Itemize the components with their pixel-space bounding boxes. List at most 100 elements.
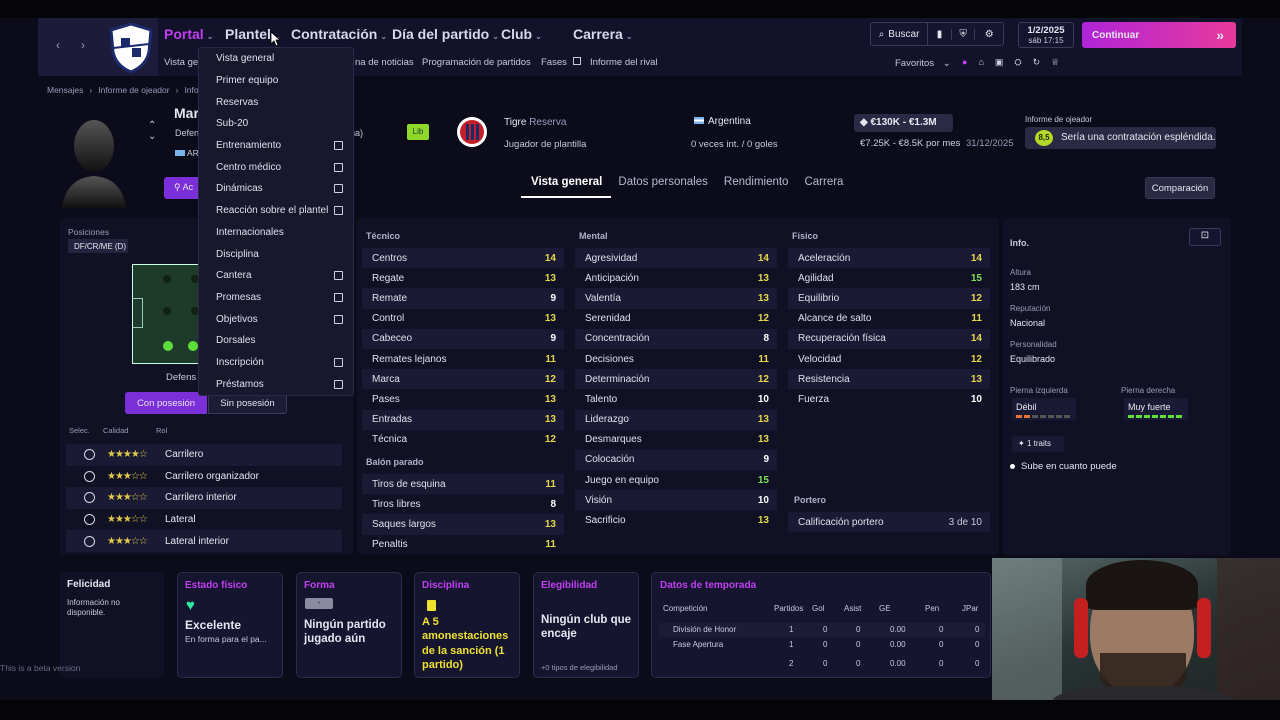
menu-item[interactable]: Internacionales (199, 222, 353, 244)
trophy-icon[interactable]: ♕ (1051, 57, 1059, 68)
attr-value: 15 (757, 474, 769, 486)
forward-arrow-icon[interactable]: › (81, 38, 85, 52)
player-club[interactable]: Tigre Reserva (504, 117, 566, 128)
menu-item[interactable]: Dinámicas (199, 178, 353, 200)
menu-item[interactable]: Vista general (199, 48, 353, 70)
attr-row-mental: Anticipación 13 (575, 268, 777, 288)
role-row[interactable]: ★★★☆☆ Lateral (66, 509, 342, 531)
season-data-card[interactable]: Datos de temporada Competición Partidos … (651, 572, 991, 678)
attr-value: 9 (550, 292, 556, 304)
subnav-noticias[interactable]: na de noticias (355, 57, 414, 68)
bookmark-icon[interactable]: ▮ (928, 28, 952, 40)
attr-value: 14 (970, 333, 982, 345)
date-display[interactable]: 1/2/2025 sáb 17:15 (1018, 22, 1074, 48)
radio-button[interactable] (84, 535, 95, 547)
menu-item[interactable]: Objetivos (199, 308, 353, 330)
menu-item[interactable]: Centro médico (199, 156, 353, 178)
tab-datos-personales[interactable]: Datos personales (618, 176, 708, 188)
radio-button[interactable] (84, 470, 95, 482)
season-cell: 0.00 (890, 625, 906, 634)
menu-item-label: Disciplina (216, 248, 259, 260)
personality-label: Personalidad (1010, 340, 1057, 349)
nav-carrera[interactable]: Carrera ⌄ (573, 26, 633, 42)
role-row[interactable]: ★★★☆☆ Carrilero interior (66, 487, 342, 509)
menu-item[interactable]: Dorsales (199, 330, 353, 352)
notification-icon[interactable]: ● (962, 57, 967, 68)
attr-value: 13 (757, 414, 769, 426)
tab-rendimiento[interactable]: Rendimiento (724, 176, 789, 188)
role-row[interactable]: ★★★★☆ Carrilero (66, 444, 342, 466)
attr-value: 13 (544, 313, 556, 325)
shield-tool-icon[interactable]: ⛨ (952, 28, 976, 40)
menu-item-label: Reacción sobre el plantel (216, 205, 329, 217)
disciplina-title: Disciplina (422, 580, 470, 591)
people-icon[interactable]: ⛭ (1014, 57, 1021, 68)
menu-item[interactable]: Préstamos (199, 373, 353, 395)
role-row[interactable]: ★★★☆☆ Lateral interior (66, 530, 342, 552)
attr-label: Concentración (585, 333, 650, 345)
menu-item[interactable]: Reacción sobre el plantel (199, 200, 353, 222)
pitch-diagram[interactable] (132, 264, 202, 364)
season-header: Gol (812, 604, 825, 613)
subnav-informe-rival[interactable]: Informe del rival (590, 57, 658, 68)
with-possession-button[interactable]: Con posesión (125, 392, 207, 414)
estado-fisico-card[interactable]: Estado físico ♥ Excelente En forma para … (177, 572, 283, 678)
attr-label: Colocación (585, 454, 635, 466)
tab-vista-general[interactable]: Vista general (531, 176, 602, 188)
external-link-icon (334, 314, 343, 324)
left-foot-bar (1016, 415, 1070, 418)
screenshot-icon[interactable]: ⊡ (1189, 228, 1221, 246)
scout-report-box[interactable]: 8,5 Sería una contratación espléndida. (1025, 127, 1216, 149)
attr-label: Aceleración (798, 252, 851, 264)
elegibilidad-card[interactable]: Elegibilidad Ningún club que encaje +0 t… (533, 572, 639, 678)
player-nation-flag: AR (175, 148, 199, 158)
attr-label: Recuperación física (798, 333, 886, 345)
menu-item[interactable]: Sub-20 (199, 113, 353, 135)
menu-item[interactable]: Cantera (199, 265, 353, 287)
subnav-programacion[interactable]: Programación de partidos (422, 57, 531, 68)
menu-item-label: Promesas (216, 291, 262, 303)
season-cell: 0 (823, 625, 828, 634)
disciplina-card[interactable]: Disciplina A 5 amonestaciones de la sanc… (414, 572, 520, 678)
nav-club[interactable]: Club ⌄ (501, 26, 573, 42)
role-row[interactable]: ★★★☆☆ Carrilero organizador (66, 466, 342, 488)
forma-card[interactable]: Forma - Ningún partido jugado aún (296, 572, 402, 678)
player-name: Mar (174, 105, 199, 121)
continue-button[interactable]: Continuar » (1082, 22, 1236, 48)
nav-dia-partido[interactable]: Día del partido ⌄ (392, 26, 501, 42)
menu-item[interactable]: Inscripción (199, 352, 353, 374)
menu-item[interactable]: Entrenamiento (199, 135, 353, 157)
nav-portal[interactable]: Portal ⌄ (164, 26, 225, 42)
home-icon[interactable]: ⌂ (978, 57, 983, 68)
traits-badge[interactable]: ✦ 1 traits (1012, 436, 1064, 452)
menu-item[interactable]: Promesas (199, 287, 353, 309)
attr-row-fisico: Equilibrio 12 (788, 288, 990, 309)
menu-item[interactable]: Primer equipo (199, 70, 353, 92)
subnav-fases[interactable]: Fases (541, 57, 581, 68)
external-link-icon (334, 184, 343, 194)
club-crest-icon[interactable] (108, 22, 154, 74)
gear-icon[interactable]: ⚙ (975, 29, 1003, 40)
menu-item[interactable]: Disciplina (199, 243, 353, 265)
search-button[interactable]: ⌕ Buscar (871, 23, 929, 45)
refresh-icon[interactable]: ↻ (1033, 57, 1041, 68)
radio-button[interactable] (84, 514, 95, 526)
argentina-flag-icon (694, 117, 704, 124)
player-nav-arrows[interactable]: ⌃ ⌄ (148, 120, 156, 142)
nav-contratacion[interactable]: Contratación ⌄ (291, 26, 392, 42)
board-icon[interactable]: ▣ (995, 57, 1004, 68)
radio-button[interactable] (84, 492, 95, 504)
menu-item-label: Centro médico (216, 161, 282, 173)
favorites-dropdown[interactable]: Favoritos ⌄ (895, 58, 951, 69)
webcam-hair (1086, 560, 1198, 610)
attr-row-mental: Decisiones 11 (575, 349, 777, 369)
menu-item[interactable]: Reservas (199, 91, 353, 113)
season-header: Pen (925, 604, 940, 613)
attr-value: 11 (545, 478, 556, 490)
tab-carrera[interactable]: Carrera (804, 176, 843, 188)
back-arrow-icon[interactable]: ‹ (56, 38, 60, 52)
subnav-vista-general[interactable]: Vista ge (164, 57, 198, 68)
compare-button[interactable]: Comparación (1145, 177, 1215, 199)
radio-button[interactable] (84, 449, 95, 461)
attr-row-tecnico: Control 13 (362, 309, 564, 329)
